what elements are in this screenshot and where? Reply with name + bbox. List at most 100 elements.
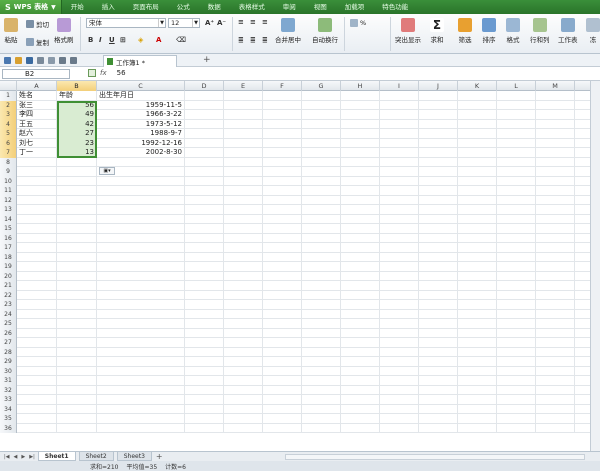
grid-cell[interactable] (497, 176, 536, 186)
grid-cell[interactable] (185, 404, 224, 414)
grid-cell[interactable] (497, 205, 536, 215)
grid-cell[interactable] (341, 290, 380, 300)
grid-cell[interactable] (497, 110, 536, 120)
grid-cell[interactable] (302, 281, 341, 291)
grid-cell[interactable]: 42 (57, 119, 97, 129)
grid-cell[interactable] (302, 252, 341, 262)
grid-cell[interactable] (97, 414, 185, 424)
grid-cell[interactable] (497, 119, 536, 129)
grid-cell[interactable] (458, 404, 497, 414)
grid-cell[interactable] (302, 414, 341, 424)
grid-cell[interactable] (224, 224, 263, 234)
row-header[interactable]: 22 (0, 290, 17, 300)
grid-cell[interactable] (97, 157, 185, 167)
grid-cell[interactable] (97, 243, 185, 253)
grid-cell[interactable] (57, 338, 97, 348)
grid-cell[interactable] (302, 423, 341, 433)
open-file-icon[interactable] (15, 56, 22, 64)
grid-cell[interactable] (380, 328, 419, 338)
grid-cell[interactable] (185, 290, 224, 300)
grid-cell[interactable] (419, 404, 458, 414)
grid-cell[interactable] (380, 176, 419, 186)
row-header[interactable]: 2 (0, 100, 17, 110)
grid-cell[interactable] (302, 224, 341, 234)
grid-cell[interactable] (263, 205, 302, 215)
grid-cell[interactable] (380, 167, 419, 177)
grid-cell[interactable] (536, 366, 575, 376)
grid-cell[interactable] (185, 338, 224, 348)
grid-cell[interactable] (458, 357, 497, 367)
grid-cell[interactable] (536, 395, 575, 405)
row-header[interactable]: 36 (0, 423, 17, 433)
grid-cell[interactable] (224, 271, 263, 281)
grid-cell[interactable] (458, 138, 497, 148)
grid-cell[interactable] (458, 271, 497, 281)
zoom-icon[interactable] (88, 69, 96, 77)
grid-cell[interactable] (380, 423, 419, 433)
grid-cell[interactable] (17, 176, 57, 186)
align-left-icon[interactable]: ≣ (238, 36, 244, 44)
grid-cell[interactable] (263, 214, 302, 224)
row-header[interactable]: 11 (0, 186, 17, 196)
grid-cell[interactable] (497, 309, 536, 319)
grid-cell[interactable] (224, 195, 263, 205)
align-middle-icon[interactable]: ≡ (250, 18, 256, 26)
grid-cell[interactable] (380, 91, 419, 101)
grid-cell[interactable] (497, 214, 536, 224)
grid-cell[interactable]: 王五 (17, 119, 57, 129)
grid-cell[interactable] (380, 195, 419, 205)
grid-cell[interactable] (17, 300, 57, 310)
grid-cell[interactable] (380, 281, 419, 291)
grid-cell[interactable] (458, 91, 497, 101)
grid-cell[interactable] (419, 129, 458, 139)
row-header[interactable]: 35 (0, 414, 17, 424)
grid-cell[interactable] (302, 100, 341, 110)
grid-cell[interactable] (17, 395, 57, 405)
menu-tab[interactable]: 公式 (168, 0, 199, 14)
row-header[interactable]: 33 (0, 395, 17, 405)
grid-cell[interactable] (263, 186, 302, 196)
grid-cell[interactable] (185, 319, 224, 329)
grid-cell[interactable] (185, 376, 224, 386)
grid-cell[interactable] (380, 366, 419, 376)
grid-cell[interactable] (419, 205, 458, 215)
grid-cell[interactable] (536, 224, 575, 234)
grid-cell[interactable] (497, 224, 536, 234)
grid-cell[interactable] (224, 376, 263, 386)
grid-cell[interactable] (380, 347, 419, 357)
column-header[interactable]: G (302, 81, 341, 91)
grid-cell[interactable] (224, 423, 263, 433)
grid-cell[interactable] (341, 110, 380, 120)
grid-cell[interactable] (419, 138, 458, 148)
grid-cell[interactable] (263, 252, 302, 262)
grid-cell[interactable] (302, 243, 341, 253)
grid-cell[interactable] (419, 300, 458, 310)
redo-icon[interactable] (70, 56, 77, 64)
grid-cell[interactable] (263, 319, 302, 329)
grid-cell[interactable] (536, 129, 575, 139)
save-icon[interactable] (26, 56, 33, 64)
grid-cell[interactable] (536, 176, 575, 186)
grid-cell[interactable] (419, 224, 458, 234)
row-header[interactable]: 12 (0, 195, 17, 205)
grid-cell[interactable] (17, 186, 57, 196)
grid-cell[interactable] (380, 271, 419, 281)
wrap-text-button[interactable]: 自动换行 (312, 18, 338, 44)
menu-tab[interactable]: 数据 (199, 0, 230, 14)
row-header[interactable]: 26 (0, 328, 17, 338)
grid-cell[interactable]: 年龄 (57, 91, 97, 101)
grid-cell[interactable] (17, 243, 57, 253)
grid-cell[interactable] (419, 395, 458, 405)
grid-cell[interactable] (458, 319, 497, 329)
grid-cell[interactable] (263, 157, 302, 167)
grid-cell[interactable] (497, 366, 536, 376)
grid-cell[interactable] (97, 347, 185, 357)
grid-cell[interactable] (302, 366, 341, 376)
grid-cell[interactable] (419, 100, 458, 110)
grid-cell[interactable] (263, 129, 302, 139)
sheet-tab[interactable]: Sheet1 (37, 452, 76, 461)
grid-cell[interactable] (185, 395, 224, 405)
grid-cell[interactable] (302, 395, 341, 405)
grid-cell[interactable] (185, 205, 224, 215)
grid-cell[interactable] (57, 233, 97, 243)
